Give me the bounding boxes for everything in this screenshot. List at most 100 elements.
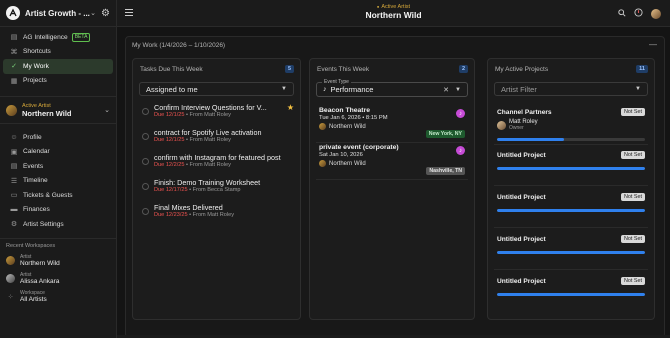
project-item[interactable]: Untitled Project Not Set <box>494 192 648 228</box>
project-status-badge: Not Set <box>621 235 645 243</box>
sidebar-item-events[interactable]: ▤ Events <box>3 159 113 174</box>
recent-workspace-item[interactable]: Artist Northern Wild <box>6 252 110 270</box>
sidebar-item-shortcuts[interactable]: ⌘ Shortcuts <box>3 45 113 60</box>
sidebar-item-artist-settings[interactable]: ⚙ Artist Settings <box>3 217 113 232</box>
artist-avatar <box>6 274 15 283</box>
task-item[interactable]: confirm with Instagram for featured post… <box>139 153 294 173</box>
task-due: Due 12/17/25 <box>154 187 188 193</box>
sidebar-item-tickets-guests[interactable]: ▭ Tickets & Guests <box>3 188 113 203</box>
sidebar-item-label: Profile <box>23 133 42 141</box>
progress-fill <box>497 167 645 170</box>
tasks-count-badge: 5 <box>284 65 294 73</box>
active-artist-switcher[interactable]: Active Artist Northern Wild ⌄ <box>0 96 116 124</box>
sidebar-item-calendar[interactable]: ▣ Calendar <box>3 145 113 160</box>
task-from: • From Becca Stamp <box>187 187 241 193</box>
workspace-name: Northern Wild <box>20 260 60 267</box>
user-avatar[interactable] <box>651 8 661 19</box>
task-due: Due 12/23/25 <box>154 212 188 218</box>
search-icon[interactable] <box>618 8 626 19</box>
sidebar-item-label: Finances <box>23 206 50 214</box>
task-item[interactable]: contract for Spotify Live activation Due… <box>139 128 294 148</box>
sidebar-item-finances[interactable]: ▬ Finances <box>3 203 113 218</box>
task-item[interactable]: Final Mixes Delivered Due 12/23/25 • Fro… <box>139 203 294 223</box>
event-date: Sat Jan 10, 2026 <box>319 152 363 158</box>
tasks-title: Tasks Due This Week <box>140 66 203 73</box>
page-title: My Work (1/4/2026 – 1/10/2026) <box>132 42 226 49</box>
projects-title: My Active Projects <box>495 66 549 73</box>
chevron-down-icon[interactable]: ⌄ <box>104 106 110 114</box>
timeline-icon: ☰ <box>10 177 18 185</box>
event-artist: Northern Wild <box>329 123 366 130</box>
task-checkbox[interactable] <box>142 208 149 215</box>
task-from: • From Matt Roley <box>184 137 231 143</box>
clear-icon[interactable]: ✕ <box>443 86 449 94</box>
task-from: • From Matt Roley <box>187 212 234 218</box>
task-title: contract for Spotify Live activation <box>154 128 262 137</box>
org-logo <box>6 6 20 20</box>
task-title: Confirm Interview Questions for V... <box>154 103 267 112</box>
owner-avatar <box>497 120 506 130</box>
chevron-down-icon[interactable]: ⌄ <box>90 9 96 17</box>
music-note-icon: ♪ <box>323 86 327 93</box>
assignee-filter-select[interactable]: Assigned to me ▼ <box>139 82 294 96</box>
my-work-panel: My Work (1/4/2026 – 1/10/2026) — Tasks D… <box>125 36 665 338</box>
task-checkbox[interactable] <box>142 108 149 115</box>
sidebar-item-label: Projects <box>23 77 47 85</box>
chevron-down-icon[interactable]: ▼ <box>455 87 461 93</box>
sidebar-item-my-work[interactable]: ✓ My Work <box>3 59 113 74</box>
check-circle-icon: ✓ <box>11 63 17 71</box>
task-from: • From Matt Roley <box>184 162 231 168</box>
workspace-name: All Artists <box>20 296 47 303</box>
events-count-badge: 2 <box>458 65 468 73</box>
sidebar-item-label: Timeline <box>23 177 48 185</box>
task-checkbox[interactable] <box>142 158 149 165</box>
org-switcher[interactable]: Artist Growth - ... ⌄ ⚙ <box>0 0 116 27</box>
artist-settings-icon: ⚙ <box>10 221 18 229</box>
project-item[interactable]: Untitled Project Not Set <box>494 234 648 270</box>
workspace-name: Alissa Ankara <box>20 278 60 285</box>
list-icon: ▤ <box>10 34 18 42</box>
shortcut-icon: ⌘ <box>10 48 18 56</box>
project-item[interactable]: Channel Partners Not Set Matt Roley Owne… <box>494 107 648 145</box>
events-icon: ▤ <box>10 163 18 171</box>
events-title: Events This Week <box>317 66 370 73</box>
gear-icon[interactable]: ⚙ <box>101 8 110 19</box>
event-location-badge: New York, NY <box>425 130 465 138</box>
active-artist-header: Active Artist Northern Wild <box>117 4 670 20</box>
progress-fill <box>497 251 645 254</box>
project-item[interactable]: Untitled Project Not Set <box>494 150 648 186</box>
progress-fill <box>497 138 564 141</box>
notifications-icon[interactable] <box>634 8 643 19</box>
sidebar-item-projects[interactable]: ▦ Projects <box>3 74 113 89</box>
sidebar-item-timeline[interactable]: ☰ Timeline <box>3 174 113 189</box>
task-item[interactable]: Confirm Interview Questions for V... Due… <box>139 103 294 123</box>
ticket-icon: ▭ <box>10 192 18 200</box>
sidebar-item-label: My Work <box>23 62 49 70</box>
artist-filter-select[interactable]: Artist Filter ▼ <box>494 82 648 96</box>
recent-workspaces-title: Recent Workspaces <box>6 242 56 249</box>
event-item[interactable]: Beacon Theatre Tue Jan 6, 2026 • 8:15 PM… <box>316 107 468 143</box>
events-column: Events This Week 2 Event Type ♪ Performa… <box>309 58 475 320</box>
beta-badge: BETA <box>71 33 91 42</box>
event-type-value: Performance <box>330 85 374 94</box>
task-checkbox[interactable] <box>142 183 149 190</box>
project-progress-bar <box>497 251 645 254</box>
chevron-down-icon: ▼ <box>281 86 287 92</box>
task-from: • From Matt Roley <box>184 112 231 118</box>
task-item[interactable]: Finish: Demo Training Worksheet Due 12/1… <box>139 178 294 198</box>
recent-workspace-item[interactable]: ⁘ Workspace All Artists <box>6 288 110 306</box>
task-checkbox[interactable] <box>142 133 149 140</box>
sidebar-item-ag-intelligence[interactable]: ▤ AG Intelligence BETA <box>3 30 113 45</box>
finances-icon: ▬ <box>10 206 18 214</box>
task-due: Due 12/2/25 <box>154 162 185 168</box>
event-type-filter[interactable]: Event Type ♪ Performance ✕ ▼ <box>316 79 468 97</box>
event-item[interactable]: private event (corporate) Sat Jan 10, 20… <box>316 144 468 180</box>
active-artist-name: Northern Wild <box>365 10 422 20</box>
sidebar-item-label: Shortcuts <box>23 48 51 56</box>
sidebar-item-label: Tickets & Guests <box>23 191 73 199</box>
more-options-icon[interactable]: — <box>649 40 657 49</box>
sidebar-item-profile[interactable]: ☺ Profile <box>3 130 113 145</box>
star-icon[interactable]: ★ <box>287 103 294 112</box>
project-item[interactable]: Untitled Project Not Set <box>494 276 648 312</box>
recent-workspace-item[interactable]: Artist Alissa Ankara <box>6 270 110 288</box>
